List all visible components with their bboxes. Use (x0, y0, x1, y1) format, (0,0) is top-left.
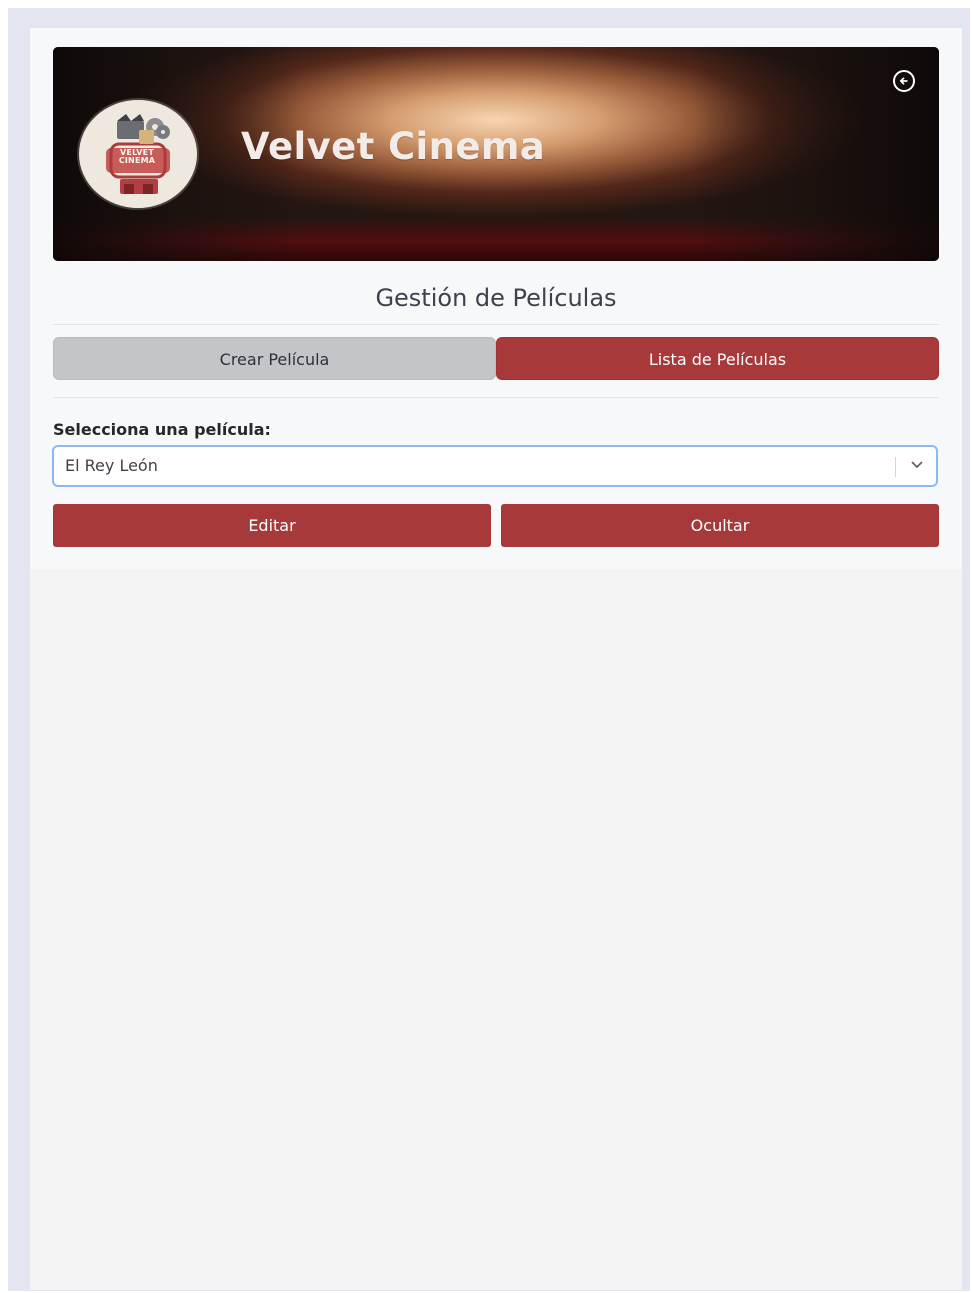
velvet-cinema-logo: VELVET CINEMA (79, 100, 197, 208)
back-arrow-icon (899, 77, 908, 85)
select-separator (895, 457, 896, 477)
tab-movie-list[interactable]: Lista de Películas (496, 337, 939, 380)
section-divider (53, 324, 939, 325)
header-banner: VELVET CINEMA Velvet Cinema (53, 47, 939, 261)
tab-create-movie[interactable]: Crear Película (53, 337, 496, 380)
content-divider (53, 397, 939, 398)
back-button[interactable] (893, 70, 915, 92)
brand-title: Velvet Cinema (241, 125, 546, 168)
app-container: VELVET CINEMA Velvet Cinema Gestión de P… (30, 28, 962, 1290)
edit-button[interactable]: Editar (53, 504, 491, 547)
hide-button[interactable]: Ocultar (501, 504, 939, 547)
movie-select-label: Selecciona una película: (53, 420, 271, 439)
movie-tabs: Crear Película Lista de Películas (53, 337, 939, 380)
movie-management-panel: VELVET CINEMA Velvet Cinema Gestión de P… (30, 28, 962, 569)
logo-text: VELVET CINEMA (118, 148, 156, 165)
page-title: Gestión de Películas (375, 284, 617, 312)
movie-select[interactable]: El Rey León (52, 445, 938, 487)
chevron-down-icon (911, 461, 923, 468)
movie-select-value: El Rey León (65, 456, 158, 475)
